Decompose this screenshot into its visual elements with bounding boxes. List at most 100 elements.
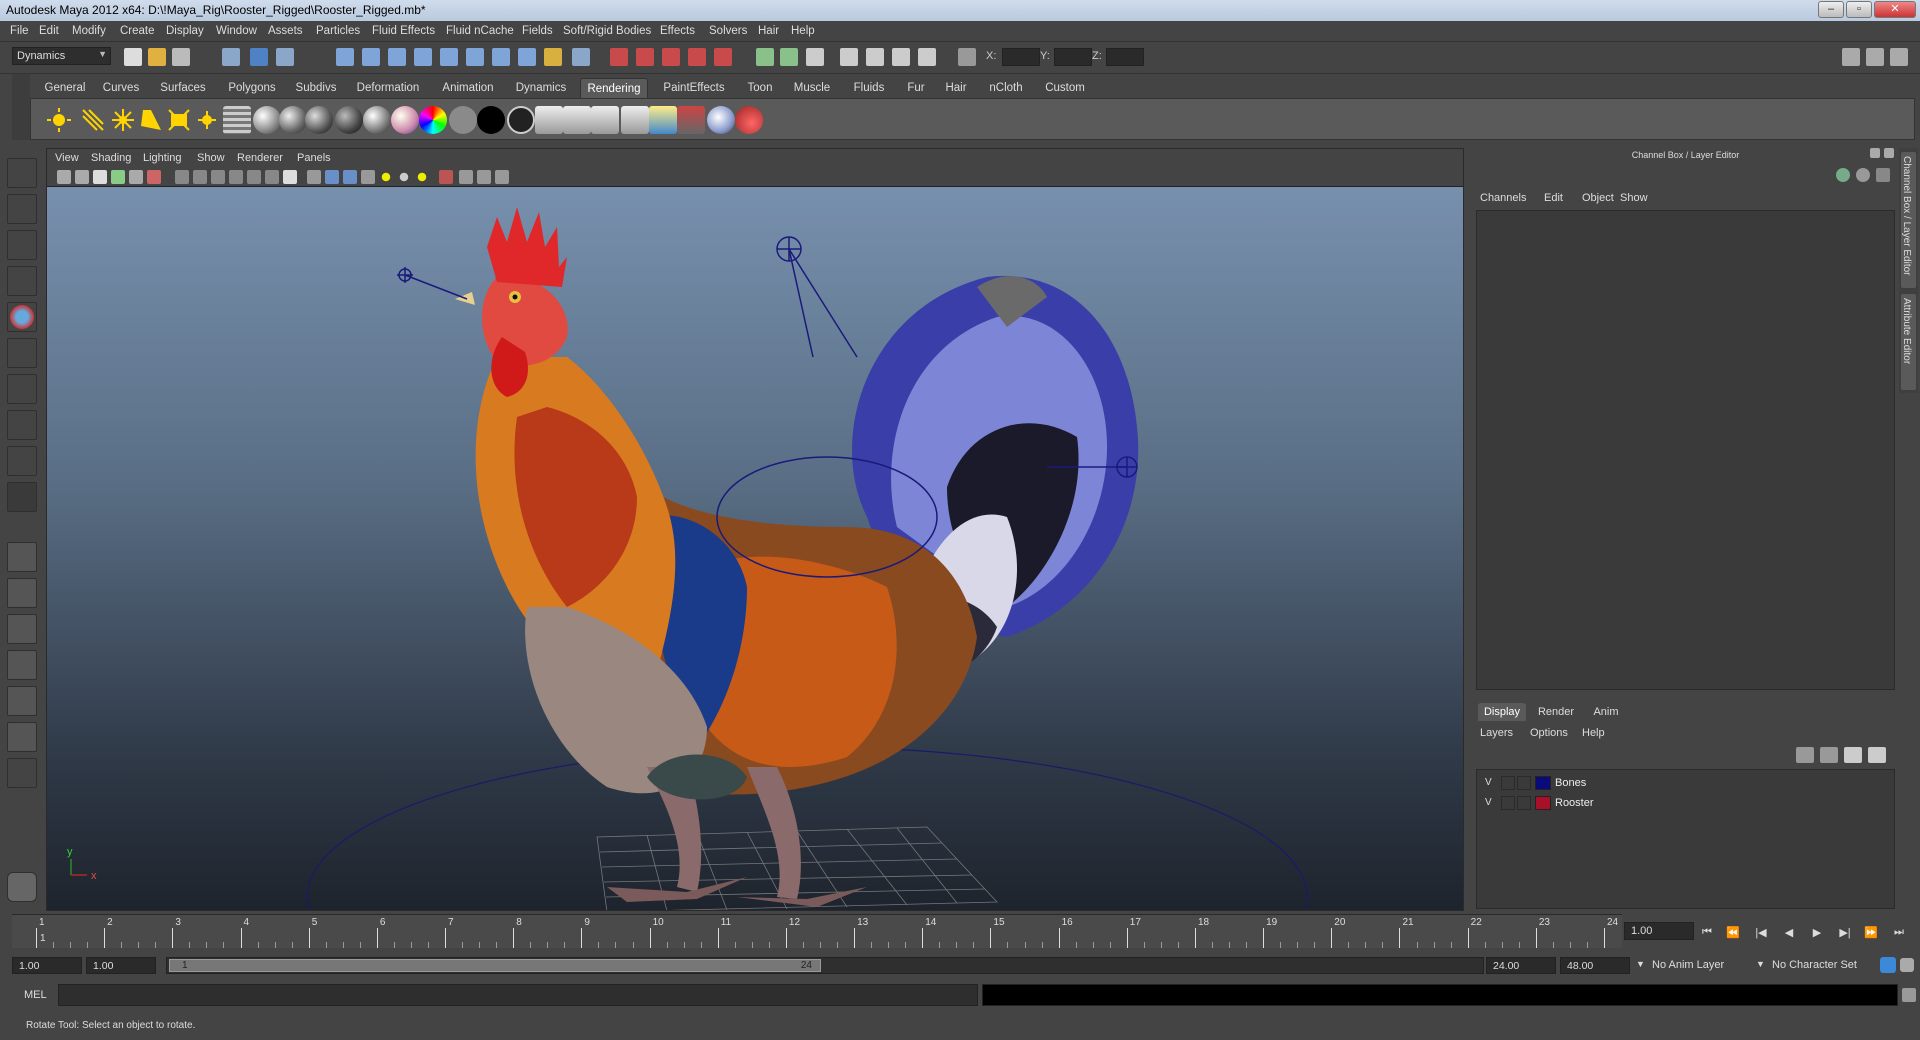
x-field[interactable] <box>1002 48 1040 66</box>
phong-sphere-icon[interactable] <box>305 106 333 134</box>
resolution-gate-icon[interactable] <box>211 170 225 184</box>
anisotropic-sphere-icon[interactable] <box>363 106 391 134</box>
anim-layer-label[interactable]: No Anim Layer <box>1652 959 1724 971</box>
batch-render-icon[interactable] <box>649 106 677 134</box>
ipr-status-icon[interactable] <box>892 48 910 66</box>
gate-mask-icon[interactable] <box>229 170 243 184</box>
menu-assets[interactable]: Assets <box>268 25 303 37</box>
step-back-key-icon[interactable]: |◀ <box>1752 926 1770 940</box>
layout-options-icon[interactable] <box>7 758 37 788</box>
make-live-icon[interactable] <box>714 48 732 66</box>
tab-custom[interactable]: Custom <box>1038 78 1092 98</box>
render-current-status-icon[interactable] <box>866 48 884 66</box>
ramp-shader-icon[interactable] <box>391 106 419 134</box>
backface-culling-icon[interactable] <box>495 170 509 184</box>
anim-layer-chevron-icon[interactable]: ▼ <box>1636 959 1645 969</box>
render-layer-icon[interactable] <box>677 106 705 134</box>
spot-light-icon[interactable] <box>137 106 165 134</box>
grid-toggle-icon[interactable] <box>175 170 189 184</box>
menu-help[interactable]: Help <box>791 25 815 37</box>
shadows-icon[interactable] <box>397 170 411 184</box>
render-current-icon[interactable] <box>563 106 591 134</box>
move-layer-down-icon[interactable] <box>1868 747 1886 763</box>
layer-menu-help[interactable]: Help <box>1582 727 1605 739</box>
lasso-tool-icon[interactable] <box>7 194 37 224</box>
menu-set-dropdown[interactable]: Dynamics ▼ <box>12 47 111 65</box>
range-handle[interactable]: 1 24 <box>169 959 821 972</box>
safe-action-icon[interactable] <box>265 170 279 184</box>
command-input[interactable] <box>58 984 978 1006</box>
area-light-icon[interactable] <box>165 106 193 134</box>
select-hierarchy-icon[interactable] <box>222 48 240 66</box>
chan-menu-channels[interactable]: Channels <box>1480 192 1526 204</box>
safe-title-icon[interactable] <box>283 170 297 184</box>
move-layer-up-icon[interactable] <box>1844 747 1862 763</box>
channel-link-icon[interactable] <box>1876 168 1890 182</box>
phonge-sphere-icon[interactable] <box>335 106 363 134</box>
tab-subdivs[interactable]: Subdivs <box>290 78 342 98</box>
end-time-field[interactable]: 48.00 <box>1560 957 1630 974</box>
range-track[interactable]: 1 24 <box>166 957 1484 974</box>
rooster-model-render[interactable]: y x <box>47 187 1463 910</box>
bookmark-icon[interactable] <box>93 170 107 184</box>
minimize-button[interactable]: – <box>1818 1 1844 18</box>
new-layer-selected-icon[interactable] <box>1820 747 1838 763</box>
tab-hair[interactable]: Hair <box>938 78 974 98</box>
universal-manipulator-icon[interactable] <box>7 374 37 404</box>
menu-fluid-effects[interactable]: Fluid Effects <box>372 25 435 37</box>
directional-light-icon[interactable] <box>79 106 107 134</box>
select-curves-icon[interactable] <box>388 48 406 66</box>
go-to-end-icon[interactable]: ⏭ <box>1890 926 1908 940</box>
snap-view-plane-icon[interactable] <box>688 48 706 66</box>
y-field[interactable] <box>1054 48 1092 66</box>
menu-modify[interactable]: Modify <box>72 25 106 37</box>
surface-shader-icon[interactable] <box>507 106 535 134</box>
graph-persp-layout-icon[interactable] <box>7 650 37 680</box>
vp-menu-shading[interactable]: Shading <box>91 152 131 164</box>
script-language-toggle[interactable]: MEL <box>24 989 47 1001</box>
paint-fx-icon[interactable] <box>735 106 763 134</box>
menu-effects[interactable]: Effects <box>660 25 695 37</box>
dope-sheet-layout-icon[interactable] <box>7 722 37 752</box>
render-view-status-icon[interactable] <box>840 48 858 66</box>
vp-menu-view[interactable]: View <box>55 152 79 164</box>
menu-edit[interactable]: Edit <box>39 25 59 37</box>
menu-hair[interactable]: Hair <box>758 25 779 37</box>
tab-display[interactable]: Display <box>1478 703 1526 721</box>
tab-surfaces[interactable]: Surfaces <box>152 78 214 98</box>
hypershade-persp-layout-icon[interactable] <box>7 686 37 716</box>
play-backwards-icon[interactable]: ◀ <box>1780 926 1798 940</box>
select-handles-icon[interactable] <box>336 48 354 66</box>
menu-fields[interactable]: Fields <box>522 25 553 37</box>
tab-dynamics[interactable]: Dynamics <box>508 78 574 98</box>
toggle-channel-box-icon[interactable] <box>1890 48 1908 66</box>
volume-light-icon[interactable] <box>193 106 221 134</box>
select-camera-icon[interactable] <box>57 170 71 184</box>
xray-icon[interactable] <box>459 170 473 184</box>
lock-selection-icon[interactable] <box>544 48 562 66</box>
layer-display-type-toggle[interactable] <box>1517 796 1531 810</box>
layer-row[interactable]: V Rooster <box>1481 794 1889 812</box>
step-forward-frame-icon[interactable]: ⏩ <box>1862 926 1880 940</box>
play-forwards-icon[interactable]: ▶ <box>1808 926 1826 940</box>
tab-painteffects[interactable]: PaintEffects <box>654 78 734 98</box>
tab-anim[interactable]: Anim <box>1584 703 1628 721</box>
tab-toon[interactable]: Toon <box>740 78 780 98</box>
menu-soft-rigid-bodies[interactable]: Soft/Rigid Bodies <box>563 25 651 37</box>
tab-muscle[interactable]: Muscle <box>786 78 838 98</box>
vp-menu-show[interactable]: Show <box>197 152 225 164</box>
wireframe-on-shaded-icon[interactable] <box>343 170 357 184</box>
render-view-icon[interactable] <box>535 106 563 134</box>
ambient-light-icon[interactable] <box>45 106 73 134</box>
snap-curve-icon[interactable] <box>636 48 654 66</box>
animation-preferences-icon[interactable] <box>1900 958 1914 972</box>
channel-list[interactable] <box>1476 210 1895 690</box>
menu-create[interactable]: Create <box>120 25 155 37</box>
start-time-field[interactable]: 1.00 <box>12 957 82 974</box>
menu-file[interactable]: File <box>10 25 29 37</box>
mental-ray-icon[interactable] <box>707 106 735 134</box>
script-editor-icon[interactable] <box>1902 988 1916 1002</box>
lambert-sphere-icon[interactable] <box>253 106 281 134</box>
layer-menu-options[interactable]: Options <box>1530 727 1568 739</box>
render-settings-status-icon[interactable] <box>918 48 936 66</box>
